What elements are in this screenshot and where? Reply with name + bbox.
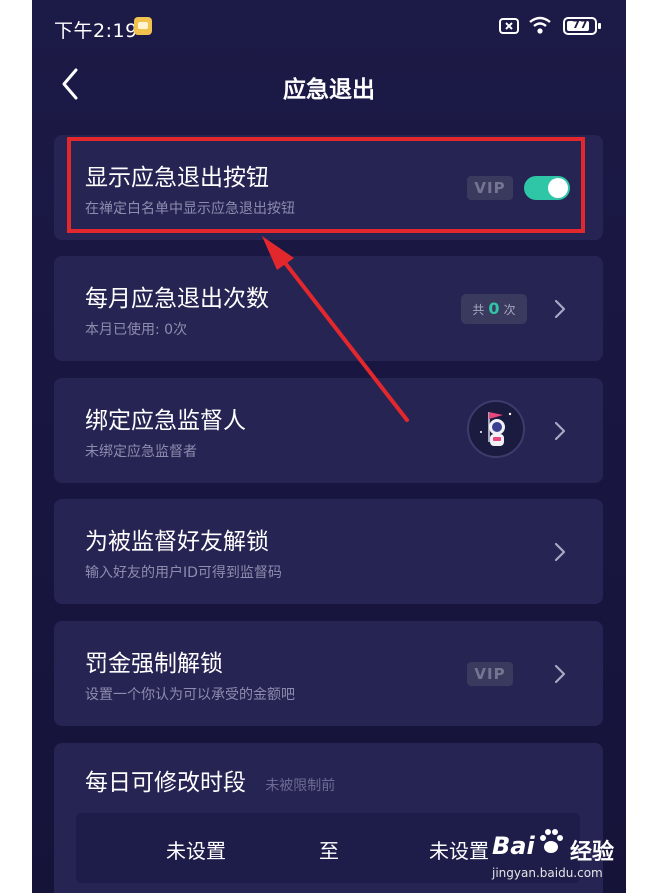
setting-subtitle: 输入好友的用户ID可得到监督码 — [85, 565, 282, 581]
no-sim-icon — [499, 18, 519, 34]
phone-screen: 下午2:19 77 应急退出 显示应急退出按钮 在禅定白名单中显示应急退出按钮 … — [32, 0, 626, 893]
setting-unlock-friend[interactable]: 为被监督好友解锁 输入好友的用户ID可得到监督码 — [54, 499, 603, 604]
watermark-url: jingyan.baidu.com — [492, 866, 603, 880]
end-time-field[interactable]: 未设置 — [429, 835, 489, 864]
setting-title: 绑定应急监督人 — [85, 408, 246, 434]
annotation-highlight-box — [67, 137, 585, 233]
chevron-right-icon — [554, 542, 566, 562]
setting-title: 每日可修改时段 未被限制前 — [85, 763, 335, 797]
chevron-right-icon — [554, 299, 566, 319]
exit-count-badge: 共0次 — [461, 294, 527, 324]
setting-title: 为被监督好友解锁 — [85, 529, 269, 555]
battery-level: 77 — [572, 18, 588, 31]
count-value: 0 — [488, 299, 500, 318]
setting-subtitle: 未绑定应急监督者 — [85, 444, 197, 460]
daily-window-title: 每日可修改时段 — [85, 770, 246, 796]
paw-logo-icon — [540, 829, 563, 853]
chevron-right-icon — [554, 421, 566, 441]
watermark-brand: 经验 — [570, 840, 615, 865]
setting-subtitle: 设置一个你认为可以承受的金额吧 — [85, 687, 295, 703]
setting-monthly-exit-count[interactable]: 每月应急退出次数 本月已使用: 0次 共0次 — [54, 256, 603, 361]
nav-bar: 应急退出 — [32, 54, 626, 116]
watermark-logo-text: Bai — [492, 832, 535, 860]
page-title: 应急退出 — [283, 77, 375, 103]
vip-badge: VIP — [467, 662, 513, 686]
notification-app-icon — [134, 17, 152, 35]
setting-penalty-unlock[interactable]: 罚金强制解锁 设置一个你认为可以承受的金额吧 VIP — [54, 621, 603, 726]
supervisor-avatar — [467, 400, 525, 458]
setting-subtitle: 本月已使用: 0次 — [85, 322, 188, 338]
setting-title: 每月应急退出次数 — [85, 286, 269, 312]
chevron-right-icon — [554, 664, 566, 684]
start-time-field[interactable]: 未设置 — [166, 835, 226, 864]
wifi-icon — [529, 16, 551, 34]
setting-bind-supervisor[interactable]: 绑定应急监督人 未绑定应急监督者 — [54, 378, 603, 483]
baidu-jingyan-watermark: Bai 经验 jingyan.baidu.com — [492, 826, 622, 888]
status-bar: 下午2:19 77 — [32, 0, 626, 54]
count-suffix: 次 — [503, 303, 516, 317]
count-prefix: 共 — [472, 303, 485, 317]
status-time: 下午2:19 — [54, 20, 138, 42]
battery-icon: 77 — [563, 17, 601, 35]
setting-title: 罚金强制解锁 — [85, 651, 223, 677]
astronaut-icon — [480, 412, 512, 446]
daily-window-note: 未被限制前 — [265, 778, 336, 794]
range-separator: 至 — [319, 839, 339, 863]
